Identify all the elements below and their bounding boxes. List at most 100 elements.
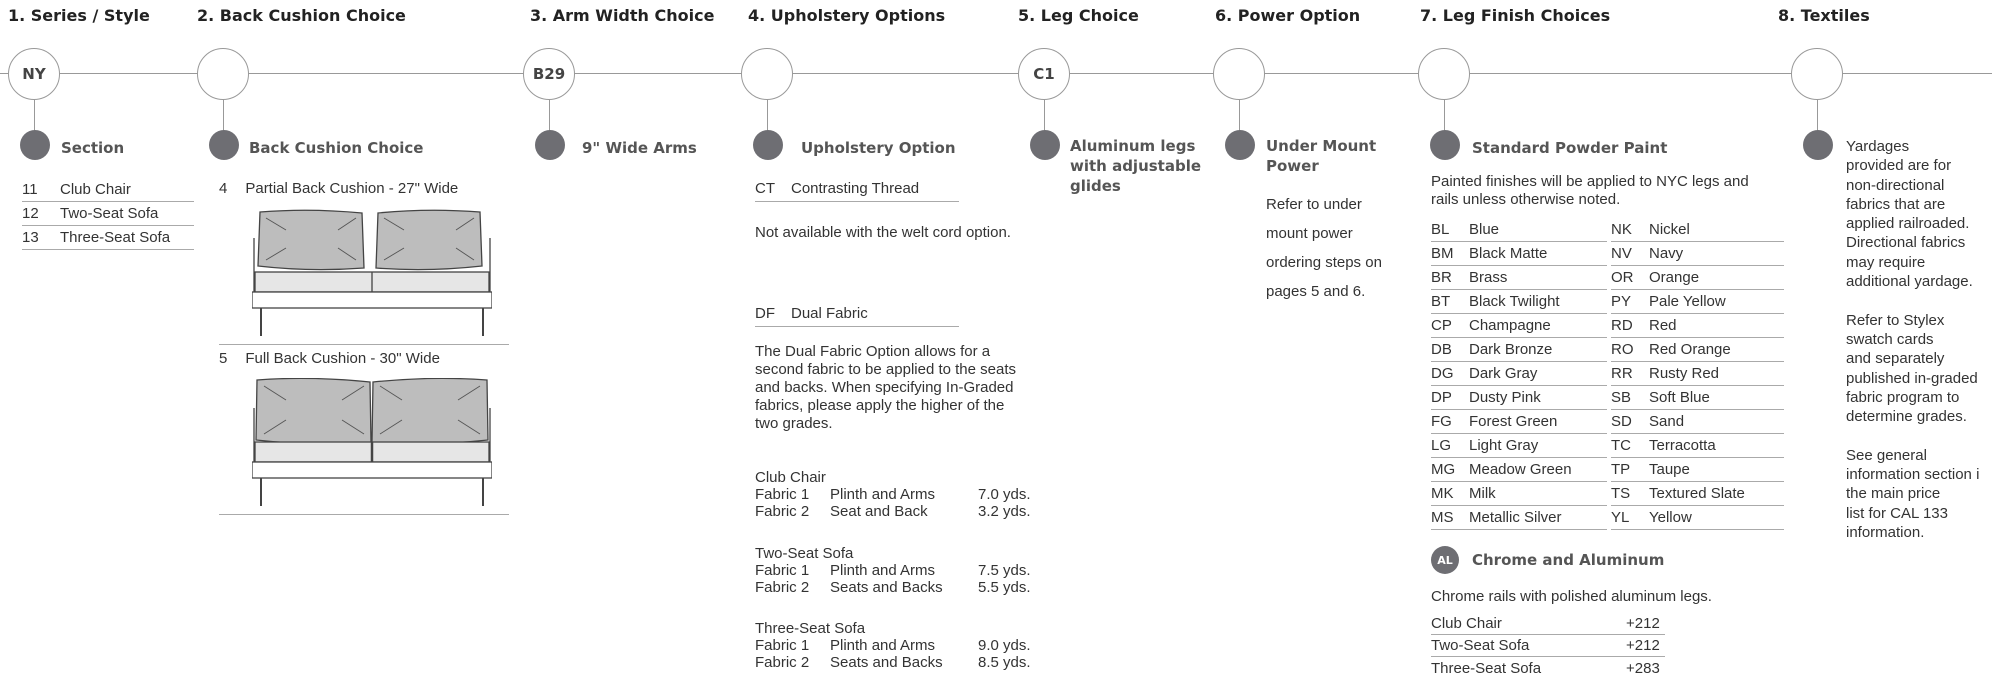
text-line: fabric program to [1846,388,1960,406]
section-code: 13 [22,229,39,246]
finish-code: CP [1431,317,1452,334]
power-heading-line: Power [1266,157,1319,175]
fabric-number: Fabric 2 [755,503,810,520]
step-1-header: 1. Series / Style [8,6,150,25]
leg-code: C1 [1033,65,1055,83]
option-code: CT [755,180,775,197]
back-cushion-circle [197,48,249,100]
finish-code: YL [1611,509,1630,526]
finish-item: MK Milk [1431,482,1607,506]
finish-name: Taupe [1649,461,1690,478]
partial-back-sofa-drawing [252,209,492,336]
finish-code: DP [1431,389,1452,406]
text-line: pages 5 and 6. [1266,283,1366,300]
full-back-sofa-drawing [252,378,492,506]
upcharge-item: Club Chair [1431,615,1502,632]
finish-code: TC [1611,437,1631,454]
finish-name: Rusty Red [1649,365,1720,382]
finish-name: Dark Gray [1469,365,1538,382]
leg-finish-circle [1418,48,1470,100]
finish-name: Terracotta [1649,437,1716,454]
step-4-header: 4. Upholstery Options [748,6,946,25]
finish-name: Soft Blue [1649,389,1710,406]
leg-heading: Aluminum legs with adjustable glides [1070,136,1201,196]
finish-name: Nickel [1649,221,1690,238]
back-cushion-heading: Back Cushion Choice [249,139,424,157]
finish-item: NV Navy [1611,242,1784,266]
cushion-option-4: 4 Partial Back Cushion - 27" Wide [219,180,458,197]
arm-circle: B29 [523,48,575,100]
finish-item: MS Metallic Silver [1431,506,1607,530]
upcharge-price: +283 [1626,659,1660,677]
section-label: Two-Seat Sofa [60,205,159,222]
finish-name: Champagne [1469,317,1551,334]
finish-name: Meadow Green [1469,461,1572,478]
finish-code: OR [1611,269,1634,286]
power-description: Refer to under mount power ordering step… [1266,190,1382,306]
finish-item: BR Brass [1431,266,1607,290]
finish-name: Red Orange [1649,341,1731,358]
section-label: Club Chair [60,181,131,198]
fabric-yards: 9.0 yds. [978,637,1031,654]
upholstery-heading: Upholstery Option [801,139,956,157]
fabric-yards: 8.5 yds. [978,654,1031,671]
section-dot [20,130,50,160]
yardage-group-title: Three-Seat Sofa [755,620,866,637]
leg-heading-line: with adjustable [1070,157,1202,175]
power-heading-line: Under Mount [1266,137,1377,155]
list-item: Club Chair +212 [1431,613,1665,635]
finish-code: RO [1611,341,1634,358]
al-badge-text: AL [1437,553,1453,567]
text-line: and separately [1846,350,1945,368]
finish-item: DB Dark Bronze [1431,338,1607,362]
option-label: Partial Back Cushion - 27" Wide [245,180,459,197]
text-line: list for CAL 133 [1846,504,1948,522]
section-label: Three-Seat Sofa [60,229,171,246]
text-line [1846,426,1992,445]
textiles-dot [1803,130,1833,160]
finish-item: FG Forest Green [1431,410,1607,434]
fabric-yardage-club-chair: Club Chair Fabric 1 Plinth and Arms 7.0 yd… [755,469,1031,520]
text-line: fabrics that are [1846,195,1946,213]
fabric-yardage-three-seat: Three-Seat Sofa Fabric 1 Plinth and Arms 9… [755,620,1031,671]
finish-item: TS Textured Slate [1611,482,1784,506]
finish-name: Textured Slate [1649,485,1745,502]
finish-code: SD [1611,413,1632,430]
text-line: See general [1846,446,1927,464]
text-line: mount power [1266,225,1353,242]
series-circle: NY [8,48,60,100]
leg-heading-line: Aluminum legs [1070,137,1196,155]
upholstery-circle [741,48,793,100]
finish-code: SB [1611,389,1632,406]
yardage-group-title: Two-Seat Sofa [755,545,854,562]
text-line: swatch cards [1846,330,1934,348]
option-label: Dual Fabric [791,305,868,322]
finish-name: Metallic Silver [1469,509,1562,526]
finish-item: NK Nickel [1611,218,1784,242]
finish-name: Dusty Pink [1469,389,1541,406]
fabric-number: Fabric 1 [755,486,810,503]
finish-item: PY Pale Yellow [1611,290,1784,314]
timeline-line [0,73,1992,74]
finish-code: TP [1611,461,1631,478]
finish-item: CP Champagne [1431,314,1607,338]
leg-finish-dot [1430,130,1460,160]
finish-code: MK [1431,485,1454,502]
finish-item: RR Rusty Red [1611,362,1784,386]
finish-name: Navy [1649,245,1684,262]
cushion-option-5: 5 Full Back Cushion - 30" Wide [219,350,440,367]
finish-code: FG [1431,413,1452,430]
text-line: Refer to Stylex [1846,311,1945,329]
fabric-part: Plinth and Arms [830,486,936,503]
fabric-part: Seats and Backs [830,579,943,596]
finish-code: BR [1431,269,1452,286]
finish-list-left: BL Blue BM Black Matte BR Brass BT Black Twilig… [1431,218,1607,530]
finish-name: Orange [1649,269,1700,286]
powder-paint-note: Painted finishes will be applied to NYC … [1431,173,1749,209]
finish-code: BT [1431,293,1451,310]
finish-item: TC Terracotta [1611,434,1784,458]
finish-list-right: NK Nickel NV Navy OR Orange PY Pale Yellow RD Red… [1611,218,1784,530]
upholstery-dot [753,130,783,160]
step-7-header: 7. Leg Finish Choices [1420,6,1611,25]
finish-code: RR [1611,365,1633,382]
